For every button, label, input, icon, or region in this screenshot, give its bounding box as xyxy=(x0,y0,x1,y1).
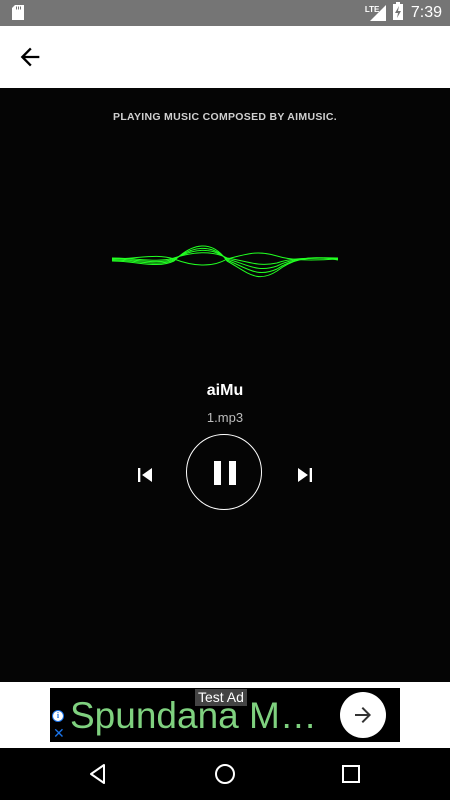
signal-icon: LTE xyxy=(365,4,387,22)
arrow-back-icon xyxy=(20,47,40,67)
ad-text: Spundana M… xyxy=(70,695,317,736)
skip-next-icon xyxy=(298,468,312,482)
network-type: LTE xyxy=(364,5,380,14)
recents-square-icon xyxy=(342,765,360,783)
ad-info-icon[interactable]: i xyxy=(52,710,64,722)
back-button[interactable] xyxy=(16,43,44,71)
arrow-forward-icon xyxy=(355,707,371,723)
battery-charging-icon xyxy=(392,1,403,25)
next-button[interactable] xyxy=(291,461,319,489)
status-icons: LTE 7:39 xyxy=(365,1,442,25)
back-triangle-icon xyxy=(90,764,105,784)
status-bar: LTE 7:39 xyxy=(0,0,450,26)
player: PLAYING MUSIC COMPOSED BY AIMUSIC. aiMu … xyxy=(0,88,450,682)
ad-go-button[interactable] xyxy=(340,692,386,738)
ad-label: Test Ad xyxy=(195,689,247,706)
track-filename: 1.mp3 xyxy=(206,410,244,425)
nav-recents-button[interactable] xyxy=(339,762,363,786)
app-bar xyxy=(0,26,450,88)
waveform-visualizer xyxy=(112,245,338,277)
sd-card-icon xyxy=(12,5,24,25)
nav-home-button[interactable] xyxy=(213,762,237,786)
ad-close-icon[interactable]: ✕ xyxy=(53,726,65,740)
clock: 7:39 xyxy=(410,4,442,21)
skip-previous-icon xyxy=(138,468,152,482)
player-header: PLAYING MUSIC COMPOSED BY AIMUSIC. xyxy=(113,111,337,123)
ad-banner[interactable]: Spundana M… Test Ad i ✕ xyxy=(50,688,400,742)
pause-icon xyxy=(214,461,236,485)
ad-area: Spundana M… Test Ad i ✕ xyxy=(0,682,450,748)
nav-bar xyxy=(0,748,450,800)
track-title: aiMu xyxy=(206,382,244,399)
pause-button[interactable] xyxy=(186,434,262,510)
home-circle-icon xyxy=(215,764,235,784)
previous-button[interactable] xyxy=(131,461,159,489)
nav-back-button[interactable] xyxy=(86,762,110,786)
